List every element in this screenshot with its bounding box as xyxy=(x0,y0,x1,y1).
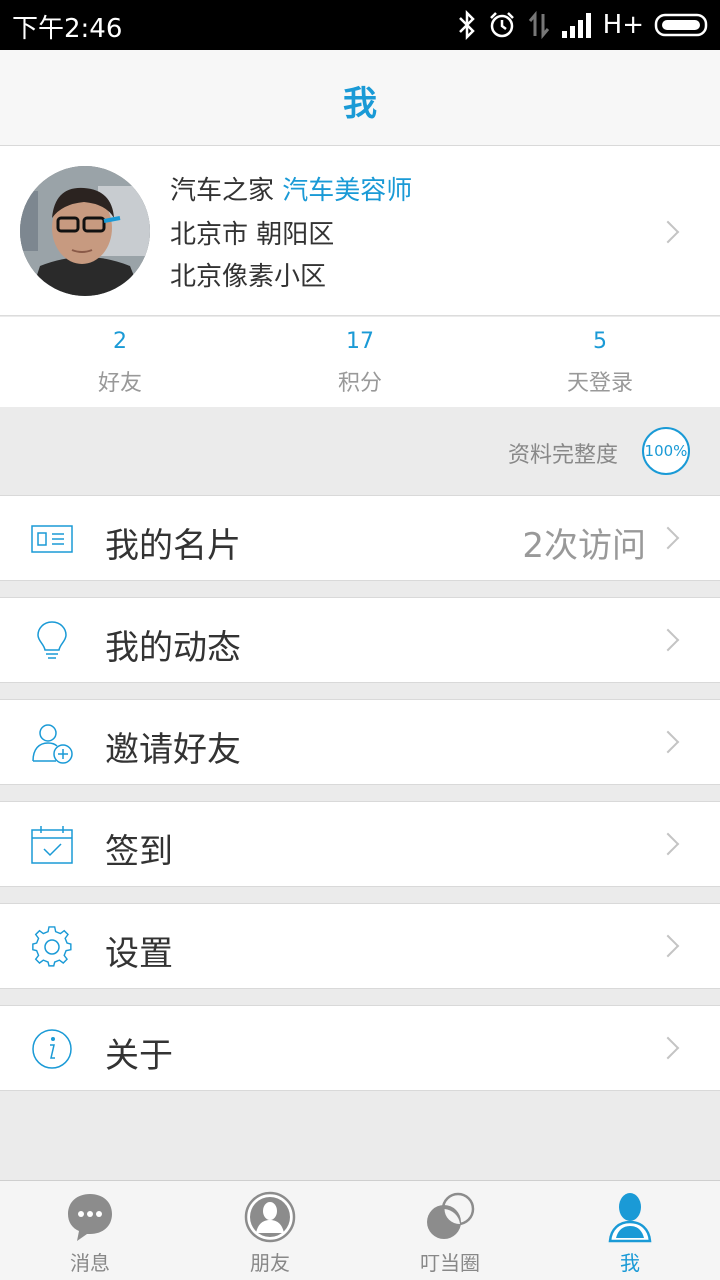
chevron-right-icon xyxy=(656,832,680,856)
profile-role: 汽车美容师 xyxy=(282,176,413,206)
info-icon xyxy=(32,1029,72,1069)
chevron-right-icon xyxy=(656,1036,680,1060)
status-icons: H+ xyxy=(457,8,710,42)
menu-label: 关于 xyxy=(105,1036,173,1076)
tab-dingdang-circle[interactable]: 叮当圈 xyxy=(360,1181,540,1280)
gear-icon xyxy=(32,926,72,967)
profile-community: 北京像素小区 xyxy=(170,262,327,292)
alarm-icon xyxy=(489,12,514,38)
business-card-icon xyxy=(31,525,73,553)
stat-friends[interactable]: 2 好友 xyxy=(0,317,240,407)
menu-label: 邀请好友 xyxy=(105,730,241,770)
tab-label: 叮当圈 xyxy=(420,1251,480,1275)
stat-value: 5 xyxy=(593,329,607,354)
page-title: 我 xyxy=(343,84,377,124)
tab-friends[interactable]: 朋友 xyxy=(180,1181,360,1280)
profile-location: 北京市 朝阳区 xyxy=(170,220,335,250)
menu-item-settings[interactable]: 设置 xyxy=(0,903,720,989)
stat-login-days[interactable]: 5 天登录 xyxy=(480,317,720,407)
profile-completeness: 资料完整度 100% xyxy=(0,407,720,495)
status-bar: 下午2:46 H+ xyxy=(0,0,720,50)
stat-label: 天登录 xyxy=(566,371,633,396)
avatar[interactable] xyxy=(20,166,150,296)
stats-bar: 2 好友 17 积分 5 天登录 xyxy=(0,317,720,407)
menu-label: 设置 xyxy=(105,934,173,974)
menu-label: 签到 xyxy=(105,832,173,872)
menu-item-check-in[interactable]: 签到 xyxy=(0,801,720,887)
stat-points[interactable]: 17 积分 xyxy=(240,317,480,407)
menu-label: 我的动态 xyxy=(105,628,241,668)
chevron-right-icon xyxy=(656,934,680,958)
bluetooth-icon xyxy=(458,10,475,40)
lightbulb-icon xyxy=(37,621,67,659)
tab-label: 我 xyxy=(620,1251,640,1275)
stat-value: 2 xyxy=(113,329,127,354)
tab-bar: 消息 朋友 叮当圈 我 xyxy=(0,1180,720,1280)
chevron-right-icon xyxy=(656,526,680,550)
tab-me[interactable]: 我 xyxy=(540,1181,720,1280)
menu-item-business-card[interactable]: 我的名片 2次访问 xyxy=(0,495,720,581)
visit-count: 2次访问 xyxy=(522,526,646,566)
chevron-right-icon xyxy=(656,220,680,244)
menu-item-about[interactable]: 关于 xyxy=(0,1005,720,1091)
data-transfer-icon xyxy=(528,10,549,40)
person-icon xyxy=(608,1193,652,1243)
signal-icon xyxy=(561,13,591,38)
tab-label: 朋友 xyxy=(250,1251,290,1275)
menu-item-invite-friends[interactable]: 邀请好友 xyxy=(0,699,720,785)
chevron-right-icon xyxy=(656,730,680,754)
menu-label: 我的名片 xyxy=(105,526,241,566)
profile-company: 汽车之家 xyxy=(170,176,275,206)
profile-card[interactable]: 汽车之家 汽车美容师 北京市 朝阳区 北京像素小区 xyxy=(0,146,720,316)
completeness-badge: 100% xyxy=(642,427,690,475)
nav-bar: 我 xyxy=(0,50,720,146)
status-time: 下午2:46 xyxy=(12,14,123,44)
stat-label: 积分 xyxy=(337,371,382,396)
menu-item-my-posts[interactable]: 我的动态 xyxy=(0,597,720,683)
battery-icon xyxy=(654,13,708,37)
stat-label: 好友 xyxy=(97,371,142,396)
chevron-right-icon xyxy=(656,628,680,652)
chat-bubble-icon xyxy=(68,1194,112,1241)
tab-label: 消息 xyxy=(70,1251,110,1275)
calendar-check-icon xyxy=(31,826,73,864)
network-type: H+ xyxy=(602,10,644,40)
tab-messages[interactable]: 消息 xyxy=(0,1181,180,1280)
stat-value: 17 xyxy=(346,329,374,354)
circles-icon xyxy=(427,1192,475,1239)
add-user-icon xyxy=(32,724,73,764)
person-circle-icon xyxy=(244,1191,296,1243)
profile-title-line: 汽车之家 汽车美容师 xyxy=(170,170,412,207)
completeness-label: 资料完整度 xyxy=(507,443,618,468)
